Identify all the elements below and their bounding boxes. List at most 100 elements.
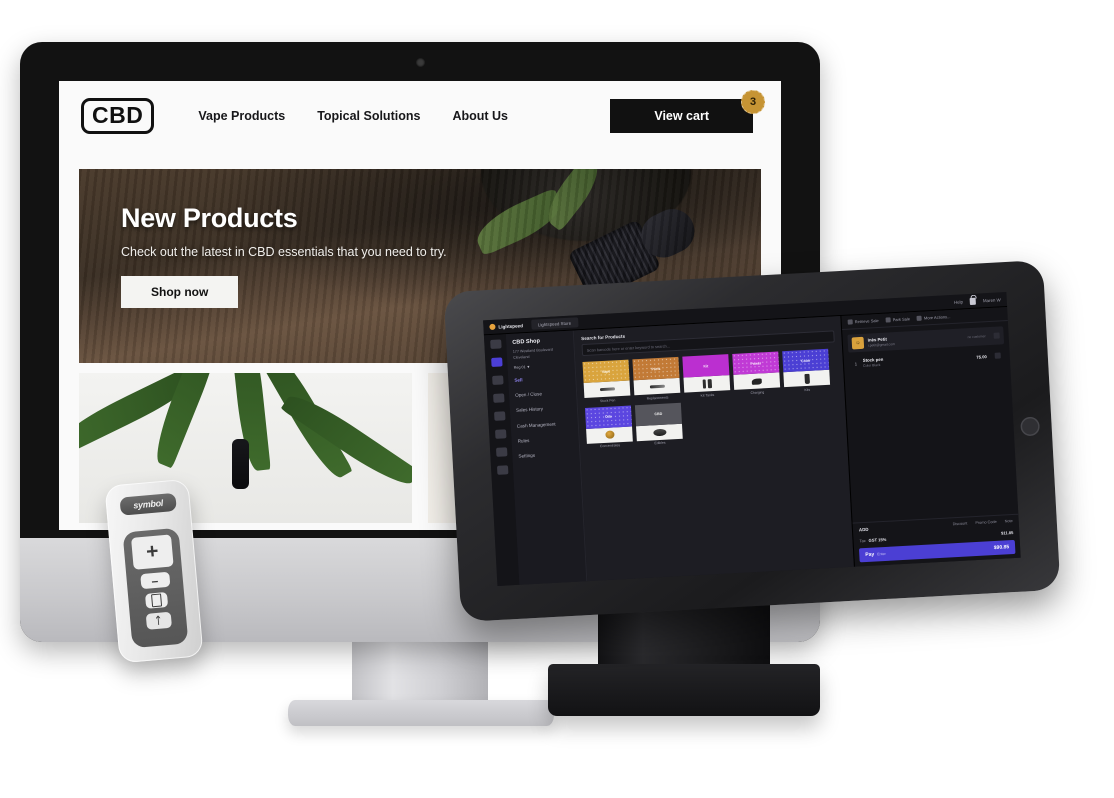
nav-link-vape-products[interactable]: Vape Products bbox=[198, 109, 285, 123]
menu-item-settings[interactable]: Settings bbox=[518, 451, 573, 460]
dropper-mini-graphic bbox=[232, 439, 250, 489]
store-tab[interactable]: Lightspeed Store bbox=[530, 317, 579, 330]
gear-icon bbox=[496, 465, 508, 475]
retrieve-icon bbox=[847, 319, 853, 325]
lock-icon[interactable] bbox=[969, 297, 977, 305]
rail-item-staff[interactable] bbox=[495, 447, 507, 457]
hero-content: New Products Check out the latest in CBD… bbox=[121, 203, 451, 309]
rail-item-customers[interactable] bbox=[493, 411, 506, 421]
rail-item-pos[interactable] bbox=[490, 357, 503, 367]
tile-color-header: Color bbox=[782, 348, 830, 373]
help-link[interactable]: Help bbox=[954, 299, 963, 304]
dropper-bulb bbox=[634, 201, 702, 265]
cart-spacer bbox=[844, 362, 1018, 523]
scanner-battery-button[interactable] bbox=[144, 591, 169, 609]
store-address: 177 Westland Boulevard Cleveland bbox=[512, 347, 554, 360]
monitor-neck bbox=[352, 638, 488, 708]
brand-logo[interactable]: CBD bbox=[81, 98, 155, 134]
rail-item-inventory[interactable] bbox=[491, 375, 504, 385]
nav-links: Vape Products Topical Solutions About Us bbox=[198, 109, 508, 123]
product-tile[interactable]: Power Charging bbox=[732, 351, 781, 395]
menu-item-sales-history[interactable]: Sales History bbox=[516, 405, 571, 414]
menu-item-sell[interactable]: Sell bbox=[514, 375, 569, 384]
product-tile[interactable]: Kit Kit Tanks bbox=[682, 354, 731, 398]
product-tile[interactable]: CBD Edibles bbox=[634, 402, 683, 446]
tile-label: Edibles bbox=[654, 440, 666, 446]
park-sale-button[interactable]: Park Sale bbox=[885, 316, 911, 323]
park-sale-label: Park Sale bbox=[892, 316, 911, 323]
add-discount-button[interactable]: Discount bbox=[953, 521, 968, 526]
app-name: Lightspeed bbox=[498, 322, 524, 330]
view-cart-button[interactable]: View cart bbox=[610, 99, 753, 133]
product-tile[interactable]: Color Kits bbox=[782, 348, 831, 393]
charger-icon bbox=[751, 377, 762, 385]
lightspeed-logo: Lightspeed bbox=[489, 322, 524, 331]
tile-thumbnail bbox=[586, 425, 633, 444]
retrieve-sale-button[interactable]: Retrieve Sale bbox=[847, 318, 879, 325]
user-name[interactable]: Maren W bbox=[983, 297, 1001, 303]
nav-link-about-us[interactable]: About Us bbox=[452, 109, 508, 123]
add-options: Discount Promo Code Note bbox=[953, 519, 1013, 526]
customer-id: no customer bbox=[967, 334, 986, 340]
scanner-bluetooth-button[interactable]: ᛏ bbox=[145, 611, 172, 630]
concentrate-icon bbox=[604, 430, 615, 439]
webcam-icon bbox=[415, 58, 425, 67]
menu-item-open-close[interactable]: Open / Close bbox=[515, 390, 570, 399]
register-icon bbox=[490, 357, 503, 367]
rail-item-reporting[interactable] bbox=[492, 393, 505, 403]
line-item-info: Stock pen Color Black bbox=[863, 357, 884, 368]
monitor-foot bbox=[288, 700, 554, 726]
tile-color-header: Power bbox=[732, 351, 780, 375]
lightspeed-mark-icon bbox=[489, 323, 496, 331]
hero-leaf-prop bbox=[470, 187, 568, 257]
remove-line-item-icon[interactable] bbox=[994, 352, 1001, 359]
nav-link-topical-solutions[interactable]: Topical Solutions bbox=[317, 109, 420, 123]
tablet-home-button[interactable] bbox=[1020, 415, 1041, 436]
tile-thumbnail bbox=[733, 372, 781, 390]
scanner-minus-button[interactable]: – bbox=[139, 571, 170, 590]
pos-cart-panel: Retrieve Sale Park Sale More Actions... bbox=[840, 307, 1021, 568]
scanner-keypad: + – ᛏ bbox=[122, 527, 189, 649]
line-item-variant: Color Black bbox=[862, 362, 881, 368]
shop-now-button[interactable]: Shop now bbox=[121, 276, 239, 309]
tile-badge: Parts bbox=[651, 366, 661, 371]
product-tile[interactable]: Parts Replacements bbox=[632, 356, 681, 401]
battery-icon bbox=[151, 593, 163, 608]
rail-item-sell[interactable] bbox=[489, 339, 502, 350]
tax-amount: $11.85 bbox=[1000, 530, 1014, 536]
add-note-button[interactable]: Note bbox=[1005, 519, 1013, 523]
pos-tablet: Lightspeed Lightspeed Store Help Maren W bbox=[443, 260, 1061, 622]
rail-item-catalog[interactable] bbox=[494, 429, 506, 439]
rail-item-setup[interactable] bbox=[496, 465, 508, 475]
product-tile[interactable]: Vape Stock Pen bbox=[582, 359, 631, 404]
remove-customer-icon[interactable] bbox=[993, 332, 1000, 339]
vape-pen-icon bbox=[599, 387, 615, 392]
tile-thumbnail bbox=[783, 369, 831, 388]
menu-item-cash-management[interactable]: Cash Management bbox=[517, 420, 572, 429]
pay-hint: Enter bbox=[877, 551, 886, 557]
hero-title: New Products bbox=[121, 203, 298, 233]
tile-thumbnail bbox=[583, 380, 631, 398]
tile-color-header: Parts bbox=[632, 356, 680, 381]
scanner-brand-label: symbol bbox=[119, 492, 177, 516]
hero-bowl-prop bbox=[481, 169, 691, 241]
hero-subtitle: Check out the latest in CBD essentials t… bbox=[121, 245, 447, 259]
product-tile[interactable]: Oils Concentrates bbox=[584, 404, 633, 449]
register-selector[interactable]: Reg 01 ▼ bbox=[514, 363, 569, 370]
pay-amount: $90.85 bbox=[993, 544, 1010, 552]
more-actions-label: More Actions... bbox=[923, 314, 951, 321]
line-item-price: 75.00 bbox=[976, 353, 987, 360]
menu-item-rules[interactable]: Rules bbox=[518, 436, 573, 445]
add-promo-code-button[interactable]: Promo Code bbox=[975, 520, 997, 525]
pos-product-area: Search for Products Scan barcode here or… bbox=[573, 316, 854, 583]
tile-thumbnail bbox=[636, 423, 683, 441]
bluetooth-icon: ᛏ bbox=[154, 615, 162, 627]
customer-info: Inès Petit i.petit@gmail.com bbox=[868, 336, 896, 348]
scanner-plus-button[interactable]: + bbox=[131, 534, 174, 570]
pos-application: Lightspeed Lightspeed Store Help Maren W bbox=[483, 292, 1021, 586]
more-actions-button[interactable]: More Actions... bbox=[916, 314, 951, 321]
tile-thumbnail bbox=[683, 375, 731, 393]
tag-icon bbox=[493, 411, 506, 421]
tile-badge: Oils bbox=[604, 414, 612, 419]
tablet-shell: Lightspeed Lightspeed Store Help Maren W bbox=[443, 260, 1061, 622]
